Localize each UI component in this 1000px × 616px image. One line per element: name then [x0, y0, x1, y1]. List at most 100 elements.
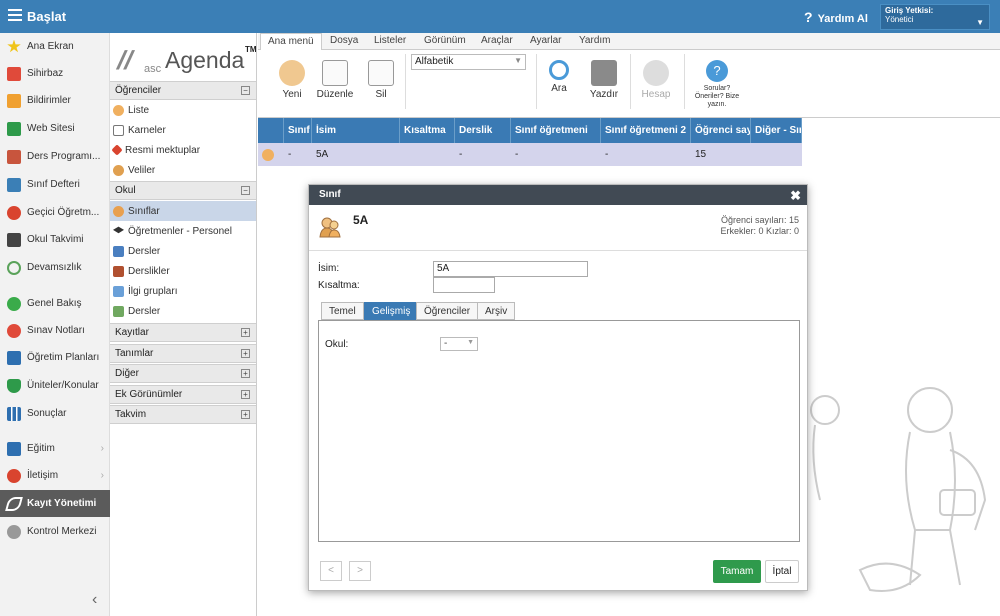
panel-item-teachers[interactable]: Öğretmenler - Personel [110, 221, 256, 241]
table-row-icon[interactable] [258, 143, 284, 166]
group-registrations[interactable]: Kayıtlar + [110, 323, 256, 342]
sidebar-item-wizard[interactable]: Sihirbaz [0, 60, 110, 87]
collapse-sidebar-icon[interactable]: ‹ [92, 591, 97, 609]
home-link[interactable]: Başlat [27, 9, 66, 24]
column-header[interactable]: Diğer - Sınıf [751, 118, 802, 143]
panel-item-report-cards[interactable]: Karneler [110, 120, 256, 140]
chevron-down-icon: ▼ [467, 339, 474, 346]
next-button[interactable]: > [349, 561, 371, 581]
panel-item-classes[interactable]: Sınıflar [110, 201, 256, 221]
search-button[interactable]: Ara [546, 60, 572, 94]
sidebar-item-overview[interactable]: Genel Bakış [0, 290, 110, 317]
table-cell[interactable]: 5A [312, 143, 400, 166]
group-other[interactable]: Diğer + [110, 364, 256, 383]
lessons-icon [113, 305, 124, 317]
sidebar-item-results[interactable]: Sonuçlar [0, 400, 110, 427]
group-definitions[interactable]: Tanımlar + [110, 344, 256, 363]
table-cell[interactable] [400, 143, 455, 166]
background-illustration [810, 387, 987, 592]
printer-icon [591, 60, 617, 86]
menu-icon[interactable] [8, 9, 22, 21]
group-students[interactable]: Öğrenciler − [110, 81, 256, 100]
tab-main-menu[interactable]: Ana menü [260, 33, 322, 50]
expand-icon[interactable]: + [241, 349, 250, 358]
class-dialog: Sınıf ✖ 5A Öğrenci sayıları: 15 Erkekler: … [308, 184, 808, 591]
ok-button[interactable]: Tamam [713, 560, 761, 583]
sidebar-item-communication[interactable]: İletişim › [0, 462, 110, 489]
panel-item-lessons[interactable]: Dersler [110, 301, 256, 321]
collapse-icon[interactable]: − [241, 86, 250, 95]
collapse-icon[interactable]: − [241, 186, 250, 195]
tab-students[interactable]: Öğrenciler [416, 302, 479, 320]
column-header[interactable]: Sınıf öğretmeni 2 [601, 118, 691, 143]
table-cell[interactable]: - [455, 143, 511, 166]
sidebar-item-class-book[interactable]: Sınıf Defteri [0, 171, 110, 198]
role-select[interactable]: Giriş Yetkisi: Yönetici ▼ [880, 4, 990, 30]
panel-item-interest-groups[interactable]: İlgi grupları [110, 281, 256, 301]
previous-button[interactable]: < [320, 561, 342, 581]
account-button[interactable]: Hesap [640, 60, 672, 100]
abbreviation-input[interactable] [433, 277, 495, 293]
column-header[interactable]: Sınıf [284, 118, 312, 143]
sidebar-item-control-center[interactable]: Kontrol Merkezi [0, 518, 110, 545]
panel-item-subjects[interactable]: Dersler [110, 241, 256, 261]
group-calendar[interactable]: Takvim + [110, 405, 256, 424]
sidebar-item-website[interactable]: Web Sitesi [0, 115, 110, 142]
sidebar-item-units[interactable]: Üniteler/Konular [0, 372, 110, 399]
school-select[interactable]: - ▼ [440, 337, 478, 351]
table-cell[interactable] [751, 143, 802, 166]
close-icon[interactable]: ✖ [790, 188, 801, 204]
tab-view[interactable]: Görünüm [424, 35, 466, 46]
edit-button[interactable]: Düzenle [316, 60, 354, 100]
table-cell[interactable]: - [284, 143, 312, 166]
table-cell[interactable]: - [601, 143, 691, 166]
top-bar: Başlat ? Yardım Al Giriş Yetkisi: Yönetic… [0, 0, 1000, 33]
panel-item-list[interactable]: Liste [110, 100, 256, 120]
sidebar-item-timetable[interactable]: Ders Programı... [0, 143, 110, 170]
panel-item-parents[interactable]: Veliler [110, 160, 256, 180]
print-button[interactable]: Yazdır [584, 60, 624, 100]
tab-tools[interactable]: Araçlar [481, 35, 513, 46]
panel-item-classrooms[interactable]: Derslikler [110, 261, 256, 281]
sidebar-item-notifications[interactable]: Bildirimler [0, 87, 110, 114]
sidebar-item-attendance[interactable]: Devamsızlık [0, 254, 110, 281]
column-header[interactable]: Öğrenci sayısı [691, 118, 751, 143]
sidebar-item-enrollment[interactable]: Kayıt Yönetimi [0, 490, 110, 517]
sidebar-item-exam-grades[interactable]: Sınav Notları [0, 317, 110, 344]
delete-button[interactable]: Sil [368, 60, 394, 100]
expand-icon[interactable]: + [241, 390, 250, 399]
door-icon [113, 265, 124, 277]
divider [309, 250, 807, 251]
tab-advanced[interactable]: Gelişmiş [364, 302, 419, 320]
sidebar-item-home[interactable]: Ana Ekran [0, 33, 110, 60]
column-header[interactable]: Kısaltma [400, 118, 455, 143]
panel-item-label: İlgi grupları [128, 285, 178, 297]
tab-lists[interactable]: Listeler [374, 35, 406, 46]
column-header[interactable]: Derslik [455, 118, 511, 143]
questions-button[interactable]: ? Sorular? Öneriler? Bize yazın. [690, 60, 744, 109]
panel-item-letters[interactable]: Resmi mektuplar [110, 140, 256, 160]
tab-settings[interactable]: Ayarlar [530, 35, 562, 46]
sort-select[interactable]: Alfabetik ▼ [411, 54, 526, 70]
column-header[interactable]: Sınıf öğretmeni [511, 118, 601, 143]
name-input[interactable]: 5A [433, 261, 588, 277]
expand-icon[interactable]: + [241, 328, 250, 337]
new-button[interactable]: Yeni [278, 60, 306, 100]
tab-basic[interactable]: Temel [321, 302, 364, 320]
sidebar-item-education[interactable]: Eğitim › [0, 435, 110, 462]
help-button[interactable]: ? Yardım Al [804, 9, 868, 25]
expand-icon[interactable]: + [241, 410, 250, 419]
column-header[interactable]: İsim [312, 118, 400, 143]
expand-icon[interactable]: + [241, 369, 250, 378]
sidebar-item-school-calendar[interactable]: Okul Takvimi [0, 226, 110, 253]
sidebar-item-teaching-plans[interactable]: Öğretim Planları [0, 344, 110, 371]
table-cell[interactable]: 15 [691, 143, 751, 166]
sidebar-item-substitutes[interactable]: Geçici Öğretm... [0, 199, 110, 226]
group-school[interactable]: Okul − [110, 181, 256, 200]
tab-archive[interactable]: Arşiv [477, 302, 516, 320]
table-cell[interactable]: - [511, 143, 601, 166]
tab-file[interactable]: Dosya [330, 35, 358, 46]
tab-help[interactable]: Yardım [579, 35, 611, 46]
group-extra-views[interactable]: Ek Görünümler + [110, 385, 256, 404]
cancel-button[interactable]: İptal [765, 560, 799, 583]
